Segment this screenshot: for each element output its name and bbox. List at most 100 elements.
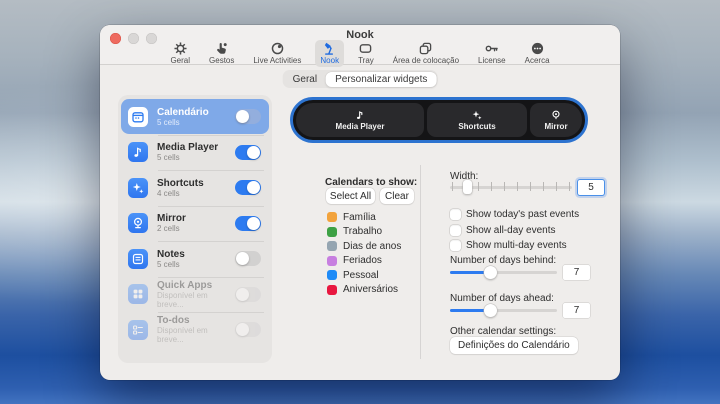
drop-zone-icon [419, 41, 432, 55]
show-all-day-events-checkbox[interactable] [450, 225, 461, 236]
days-ahead-slider-handle[interactable] [484, 304, 497, 317]
days-ahead-value-field[interactable]: 7 [563, 303, 590, 318]
show-past-events-checkbox[interactable] [450, 209, 461, 220]
sparkle-icon [472, 109, 482, 120]
show-past-events-row[interactable]: Show today's past events [450, 208, 579, 220]
sidebar-item-subtitle: 5 cells [157, 260, 235, 269]
calendar-row-familia[interactable]: Família [327, 211, 376, 223]
hand-gesture-icon [215, 41, 228, 55]
mirror-toggle[interactable] [235, 216, 261, 231]
toolbar-item-license[interactable]: License [473, 40, 511, 67]
calendar-color-checkbox[interactable] [327, 256, 337, 266]
calendar-name: Feriados [343, 255, 382, 266]
width-slider-handle[interactable] [463, 180, 472, 194]
width-value-field[interactable]: 5 [578, 180, 604, 195]
sidebar-item-title: Quick Apps [157, 280, 235, 291]
live-activities-icon [271, 41, 284, 55]
calendar-name: Pessoal [343, 270, 379, 281]
sidebar-item-mirror[interactable]: Mirror 2 cells [121, 206, 269, 241]
preview-widget-media-player[interactable]: Media Player [296, 103, 424, 137]
notes-icon [128, 249, 148, 269]
toolbar: Geral Gestos Live Activities Nook [100, 40, 620, 67]
calendar-name: Dias de anos [343, 241, 401, 252]
calendar-color-checkbox[interactable] [327, 270, 337, 280]
calendar-row-pessoal[interactable]: Pessoal [327, 269, 379, 281]
sidebar-item-quick-apps: Quick Apps Disponível em breve... [121, 277, 269, 312]
toolbar-label: Acerca [525, 56, 550, 65]
sidebar-item-subtitle: 2 cells [157, 224, 235, 233]
toolbar-item-tray[interactable]: Tray [353, 40, 379, 67]
toolbar-label: Tray [358, 56, 374, 65]
notes-toggle[interactable] [235, 251, 261, 266]
calendar-color-checkbox[interactable] [327, 212, 337, 222]
toolbar-item-geral[interactable]: Geral [165, 40, 195, 67]
calendario-toggle[interactable] [235, 109, 261, 124]
calendar-color-checkbox[interactable] [327, 241, 337, 251]
to-dos-toggle [235, 322, 261, 337]
preview-widget-label: Media Player [336, 122, 385, 131]
toolbar-item-gestos[interactable]: Gestos [204, 40, 239, 67]
shortcuts-toggle[interactable] [235, 180, 261, 195]
calendar-row-feriados[interactable]: Feriados [327, 255, 382, 267]
gear-icon [174, 41, 187, 55]
toolbar-label: Nook [320, 56, 339, 65]
calendar-settings-button[interactable]: Definições do Calendário [450, 337, 578, 354]
sidebar-item-shortcuts[interactable]: Shortcuts 4 cells [121, 170, 269, 205]
sidebar-item-subtitle: Disponível em breve... [157, 291, 235, 309]
clear-button[interactable]: Clear [380, 188, 414, 204]
sidebar-item-title: Shortcuts [157, 178, 235, 189]
music-note-icon [355, 109, 365, 120]
sidebar-item-media-player[interactable]: Media Player 5 cells [121, 135, 269, 170]
calendar-row-trabalho[interactable]: Trabalho [327, 226, 382, 238]
toolbar-item-area-de-colocacao[interactable]: Área de colocação [388, 40, 464, 67]
music-note-icon [128, 142, 148, 162]
sidebar-item-notes[interactable]: Notes 5 cells [121, 241, 269, 276]
notch-widget-preview: Media Player Shortcuts Mirror [290, 97, 588, 143]
sidebar-item-title: Calendário [157, 107, 235, 118]
column-divider [420, 165, 421, 359]
toolbar-label: License [478, 56, 506, 65]
toolbar-label: Geral [170, 56, 190, 65]
preview-widget-label: Shortcuts [458, 122, 495, 131]
sidebar-item-calendario[interactable]: Calendário 5 cells [121, 99, 269, 134]
calendar-row-aniversarios[interactable]: Aniversários [327, 284, 398, 296]
sidebar-item-subtitle: 4 cells [157, 189, 235, 198]
media-player-toggle[interactable] [235, 145, 261, 160]
calendar-color-checkbox[interactable] [327, 285, 337, 295]
toolbar-item-acerca[interactable]: Acerca [520, 40, 555, 67]
sidebar-item-subtitle: Disponível em breve... [157, 326, 235, 344]
show-all-day-events-row[interactable]: Show all-day events [450, 224, 556, 236]
preview-widget-mirror[interactable]: Mirror [530, 103, 582, 137]
days-behind-value-field[interactable]: 7 [563, 265, 590, 280]
sidebar-item-subtitle: 5 cells [157, 153, 235, 162]
days-behind-label: Number of days behind: [450, 255, 556, 266]
days-ahead-label: Number of days ahead: [450, 293, 554, 304]
checkbox-label: Show multi-day events [466, 240, 567, 251]
toolbar-label: Live Activities [253, 56, 301, 65]
calendar-name: Aniversários [343, 284, 398, 295]
quick-apps-toggle [235, 287, 261, 302]
show-multi-day-events-checkbox[interactable] [450, 240, 461, 251]
ellipsis-circle-icon [531, 41, 544, 55]
preview-widget-label: Mirror [544, 122, 567, 131]
tab-personalizar-widgets[interactable]: Personalizar widgets [326, 72, 436, 87]
other-calendar-settings-label: Other calendar settings: [450, 326, 556, 337]
mirror-icon [551, 109, 561, 120]
select-all-button[interactable]: Select All [326, 188, 375, 204]
calendar-row-dias-de-anos[interactable]: Dias de anos [327, 240, 401, 252]
sidebar-item-title: Notes [157, 249, 235, 260]
widget-sidebar: Calendário 5 cells Media Player 5 cells … [118, 95, 272, 363]
toolbar-item-nook[interactable]: Nook [315, 40, 344, 67]
app-grid-icon [128, 284, 148, 304]
show-multi-day-events-row[interactable]: Show multi-day events [450, 240, 567, 252]
sidebar-item-title: To-dos [157, 315, 235, 326]
lamp-icon [323, 41, 336, 55]
tab-geral[interactable]: Geral [284, 72, 326, 87]
toolbar-item-live-activities[interactable]: Live Activities [248, 40, 306, 67]
sidebar-item-subtitle: 5 cells [157, 118, 235, 127]
preview-widget-shortcuts[interactable]: Shortcuts [427, 103, 527, 137]
sidebar-item-title: Mirror [157, 213, 235, 224]
days-behind-slider-handle[interactable] [484, 266, 497, 279]
calendar-color-checkbox[interactable] [327, 227, 337, 237]
nook-settings-window: Nook Geral Gestos Live Activities [100, 25, 620, 380]
